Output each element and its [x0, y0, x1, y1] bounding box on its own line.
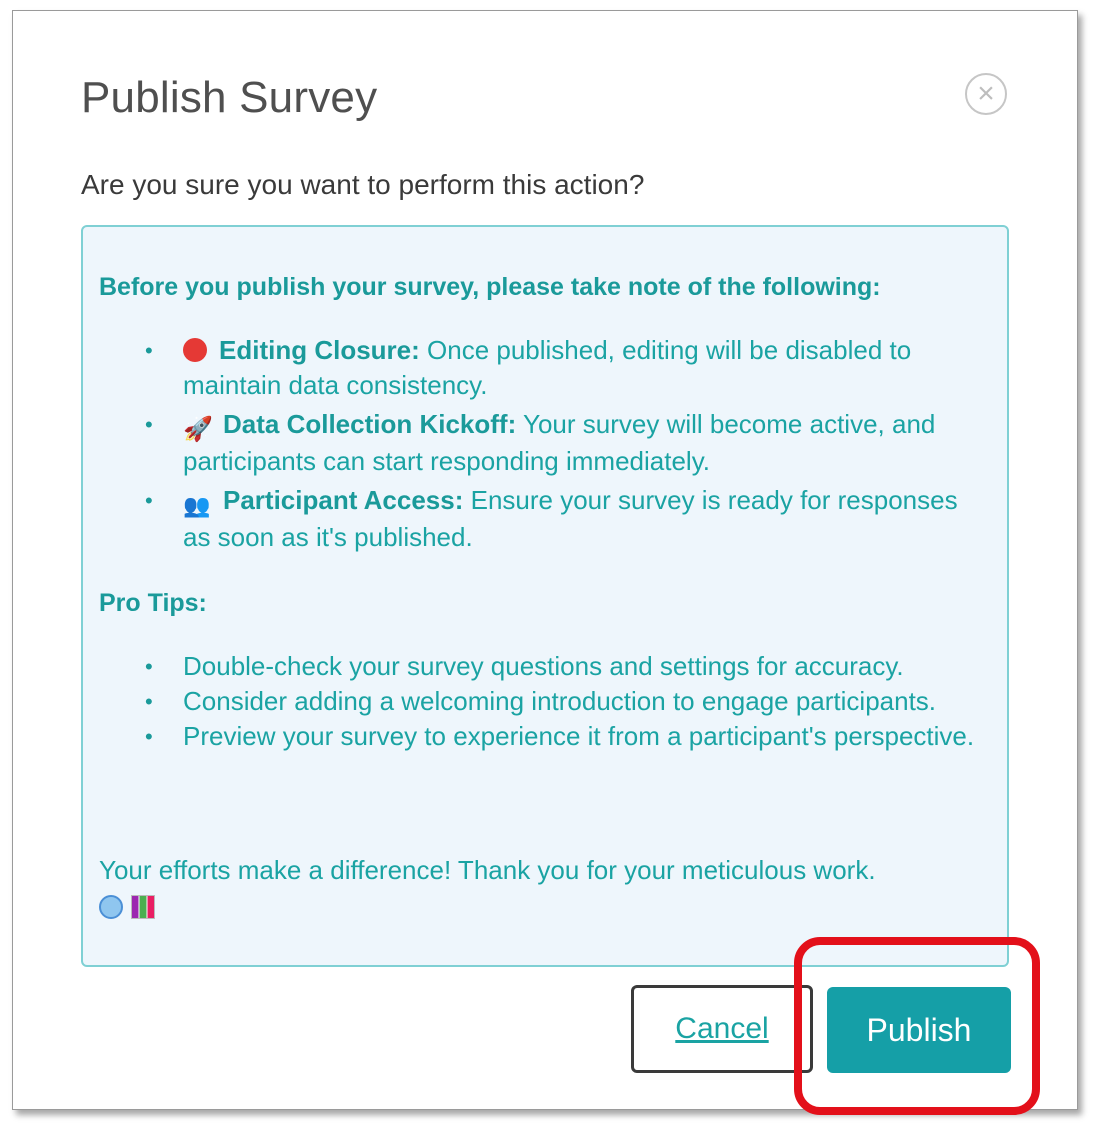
- note-title: Editing Closure:: [219, 335, 420, 365]
- info-intro: Before you publish your survey, please t…: [99, 273, 881, 301]
- closing-message: Your efforts make a difference! Thank yo…: [99, 852, 999, 924]
- closing-text: Your efforts make a difference! Thank yo…: [99, 855, 876, 885]
- list-item: • 🚀 Data Collection Kickoff: Your survey …: [83, 407, 983, 479]
- people-icon: 👥: [183, 493, 211, 518]
- publish-survey-dialog: Publish Survey × Are you sure you want t…: [12, 10, 1078, 1110]
- list-item: • 👥 Participant Access: Ensure your surve…: [83, 483, 983, 555]
- tip-text: Preview your survey to experience it fro…: [183, 721, 975, 751]
- bar-chart-icon: [131, 895, 155, 919]
- tip-text: Consider adding a welcoming introduction…: [183, 686, 937, 716]
- publish-button[interactable]: Publish: [827, 987, 1011, 1073]
- tips-list: • Double-check your survey questions and…: [83, 649, 983, 754]
- cancel-button[interactable]: Cancel: [631, 985, 813, 1073]
- bullet: •: [145, 338, 153, 363]
- red-circle-icon: [183, 338, 207, 362]
- list-item: • Editing Closure: Once published, editi…: [83, 333, 983, 403]
- confirm-question: Are you sure you want to perform this ac…: [81, 169, 645, 200]
- bullet: •: [145, 654, 153, 679]
- bullet: •: [145, 724, 153, 749]
- note-title: Participant Access:: [223, 485, 464, 515]
- list-item: • Double-check your survey questions and…: [83, 649, 983, 684]
- dialog-title: Publish Survey: [81, 73, 378, 122]
- list-item: • Consider adding a welcoming introducti…: [83, 684, 983, 719]
- list-item: • Preview your survey to experience it f…: [83, 719, 983, 754]
- tip-text: Double-check your survey questions and s…: [183, 651, 904, 681]
- bullet: •: [145, 689, 153, 714]
- bullet: •: [145, 412, 153, 437]
- note-title: Data Collection Kickoff:: [223, 409, 517, 439]
- close-icon[interactable]: ×: [965, 73, 1007, 115]
- notes-list: • Editing Closure: Once published, editi…: [83, 333, 983, 559]
- tips-heading: Pro Tips:: [99, 589, 207, 617]
- smile-icon: [99, 895, 123, 919]
- info-panel: Before you publish your survey, please t…: [81, 225, 1009, 967]
- bullet: •: [145, 488, 153, 513]
- close-glyph: ×: [977, 77, 995, 110]
- rocket-icon: 🚀: [183, 416, 213, 443]
